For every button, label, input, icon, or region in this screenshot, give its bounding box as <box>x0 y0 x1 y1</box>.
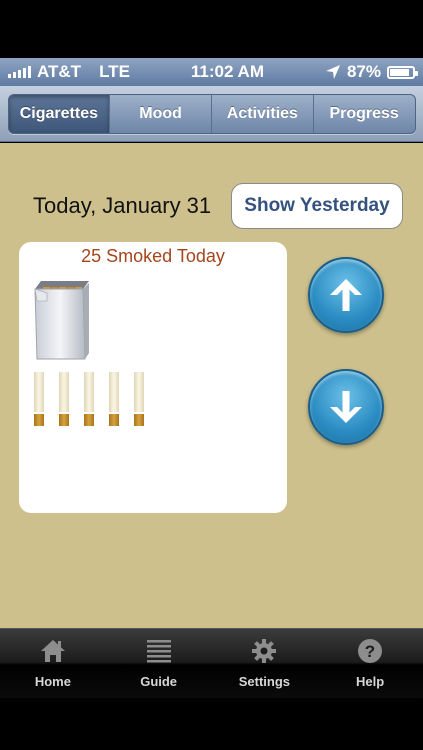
segment-cigarettes[interactable]: Cigarettes <box>8 94 111 133</box>
cigarette-icon <box>59 372 69 426</box>
arrow-up-icon <box>330 279 362 311</box>
carrier-name: AT&T <box>37 62 82 81</box>
battery-icon <box>387 65 418 79</box>
decrement-button[interactable] <box>308 369 384 445</box>
section-segmented-control: Cigarettes Mood Activities Progress <box>7 93 416 134</box>
tab-help-label: Help <box>356 674 385 689</box>
signal-strength-icon <box>8 66 31 78</box>
tab-home[interactable]: Home <box>0 629 106 698</box>
battery-percent: 87% <box>346 62 381 81</box>
cigarette-icon <box>84 372 94 426</box>
tab-guide[interactable]: Guide <box>106 629 212 698</box>
gear-icon <box>249 636 279 666</box>
increment-button[interactable] <box>308 257 384 333</box>
smoked-count-label: 25 Smoked Today <box>81 246 225 266</box>
status-bar: AT&T LTE 11:02 AM 87% <box>0 58 423 86</box>
tab-settings-label: Settings <box>238 674 291 689</box>
list-icon <box>144 636 174 666</box>
segment-mood[interactable]: Mood <box>110 94 212 133</box>
tab-bar: Home Guide Settings ? Help <box>0 628 423 698</box>
home-icon <box>38 636 68 666</box>
status-right: 87% <box>325 62 418 82</box>
segment-activities[interactable]: Activities <box>212 94 314 133</box>
cigarette-icon <box>134 372 144 426</box>
tab-home-label: Home <box>34 674 71 689</box>
cigarette-icon <box>109 372 119 426</box>
segment-progress[interactable]: Progress <box>314 95 415 133</box>
loose-cigarettes <box>34 372 144 426</box>
cigarette-icon <box>34 372 44 426</box>
tab-guide-label: Guide <box>140 674 178 689</box>
cigarette-pack-icon <box>34 281 89 360</box>
help-icon: ? <box>355 636 385 666</box>
location-arrow-icon <box>325 65 340 79</box>
arrow-down-icon <box>330 391 362 423</box>
svg-text:?: ? <box>365 642 375 661</box>
navigation-bar: Cigarettes Mood Activities Progress <box>0 86 423 142</box>
show-yesterday-button[interactable]: Show Yesterday <box>231 183 403 229</box>
date-label: Today, January 31 <box>33 193 212 218</box>
battery-fill <box>390 68 410 76</box>
tab-help[interactable]: ? Help <box>317 629 423 698</box>
status-time: 11:02 AM <box>190 62 264 81</box>
status-left: AT&T LTE <box>8 62 130 82</box>
main-content: Today, January 31 Show Yesterday 25 Smok… <box>0 143 423 628</box>
smoked-count-card: 25 Smoked Today <box>19 242 287 513</box>
tab-settings[interactable]: Settings <box>212 629 318 698</box>
network-type: LTE <box>99 62 130 81</box>
